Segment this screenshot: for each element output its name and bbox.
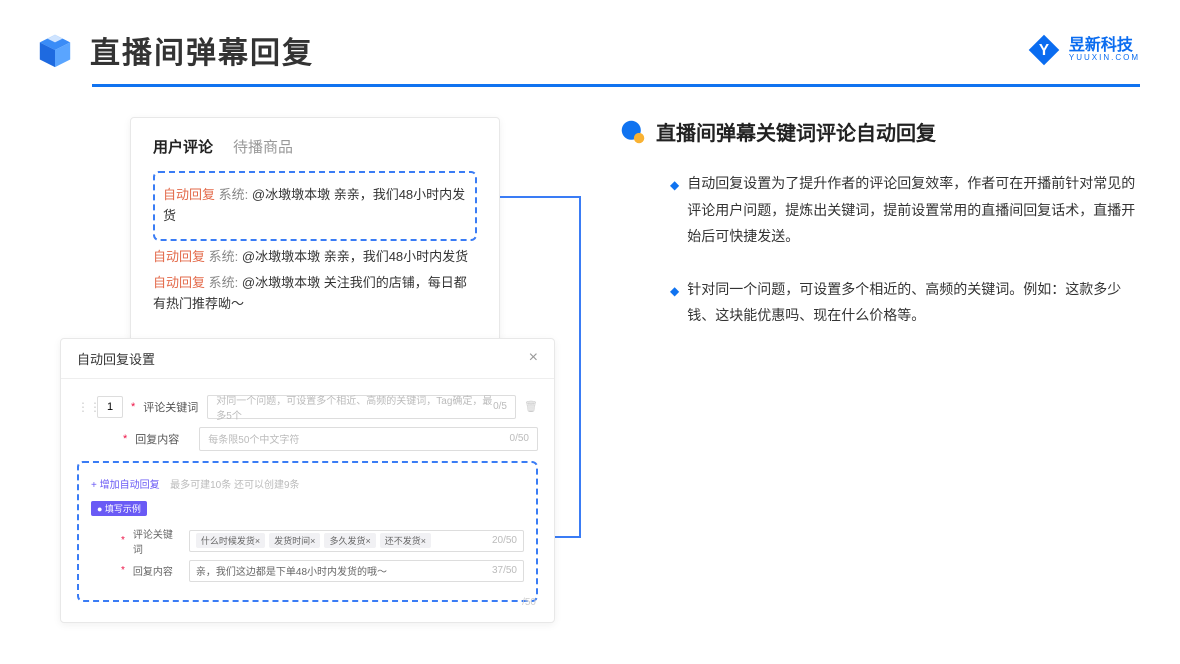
add-auto-reply-link[interactable]: + 增加自动回复 bbox=[91, 480, 160, 491]
required-mark: * bbox=[131, 401, 135, 413]
example-block: + 增加自动回复 最多可建10条 还可以创建9条 ● 填写示例 * 评论关键词 … bbox=[77, 461, 538, 602]
comment-row: 自动回复 系统: @冰墩墩本墩 关注我们的店铺，每日都有热门推荐呦～ bbox=[153, 273, 477, 315]
highlighted-comment: 自动回复 系统: @冰墩墩本墩 亲亲，我们48小时内发货 bbox=[153, 171, 477, 241]
tag: 发货时间× bbox=[269, 533, 320, 548]
keyword-input[interactable]: 对同一个问题，可设置多个相近、高频的关键词，Tag确定，最多5个 0/5 bbox=[207, 395, 516, 419]
section-subhead: 直播间弹幕关键词评论自动回复 bbox=[620, 117, 1140, 146]
brand-name-cn: 昱新科技 bbox=[1069, 37, 1140, 55]
add-hint: 最多可建10条 还可以创建9条 bbox=[170, 480, 299, 491]
tab-products[interactable]: 待播商品 bbox=[233, 136, 293, 157]
brand-icon: Y bbox=[1027, 33, 1061, 67]
example-content-input: 亲，我们这边都是下单48小时内发货的哦～ 37/50 bbox=[189, 560, 524, 582]
example-tag-input: 什么时候发货× 发货时间× 多久发货× 还不发货× 20/50 bbox=[189, 530, 524, 552]
char-counter: 0/5 bbox=[493, 401, 507, 412]
bullet-point: ◆ 针对同一个问题，可设置多个相近的、高频的关键词。例如：这款多少钱、这块能优惠… bbox=[620, 276, 1140, 329]
diamond-bullet-icon: ◆ bbox=[670, 280, 679, 329]
diamond-bullet-icon: ◆ bbox=[670, 174, 679, 250]
cube-icon bbox=[36, 31, 74, 69]
brand-name-en: YUUXIN.COM bbox=[1069, 54, 1140, 63]
tab-user-comments[interactable]: 用户评论 bbox=[153, 136, 213, 157]
content-input-row: * 回复内容 每条限50个中文字符 0/50 bbox=[123, 427, 538, 451]
keyword-input-row: ⋮⋮ 1 * 评论关键词 对同一个问题，可设置多个相近、高频的关键词，Tag确定… bbox=[77, 395, 538, 419]
section-title: 直播间弹幕关键词评论自动回复 bbox=[656, 117, 936, 146]
screenshot-mockups: 用户评论 待播商品 自动回复 系统: @冰墩墩本墩 亲亲，我们48小时内发货 自… bbox=[60, 117, 580, 623]
comment-panel: 用户评论 待播商品 自动回复 系统: @冰墩墩本墩 亲亲，我们48小时内发货 自… bbox=[130, 117, 500, 344]
close-icon[interactable]: × bbox=[529, 349, 538, 367]
reply-content-input[interactable]: 每条限50个中文字符 0/50 bbox=[199, 427, 538, 451]
page-header: 直播间弹幕回复 Y 昱新科技 YUUXIN.COM bbox=[0, 0, 1180, 84]
bubble-icon bbox=[620, 119, 646, 145]
example-content-row: * 回复内容 亲，我们这边都是下单48小时内发货的哦～ 37/50 bbox=[121, 560, 524, 582]
tag: 还不发货× bbox=[380, 533, 431, 548]
svg-text:Y: Y bbox=[1039, 42, 1049, 59]
field-label: 评论关键词 bbox=[143, 399, 199, 415]
rule-index: 1 bbox=[97, 396, 123, 418]
comment-tabs: 用户评论 待播商品 bbox=[153, 136, 477, 157]
description-column: 直播间弹幕关键词评论自动回复 ◆ 自动回复设置为了提升作者的评论回复效率，作者可… bbox=[620, 117, 1140, 623]
auto-reply-label: 自动回复 bbox=[163, 187, 215, 202]
example-badge: ● 填写示例 bbox=[91, 501, 147, 516]
brand-logo: Y 昱新科技 YUUXIN.COM bbox=[1027, 33, 1140, 67]
auto-reply-settings-modal: 自动回复设置 × ⋮⋮ 1 * 评论关键词 对同一个问题，可设置多个相近、高频的… bbox=[60, 338, 555, 623]
drag-handle-icon[interactable]: ⋮⋮ bbox=[77, 400, 89, 414]
delete-icon[interactable]: 🗑 bbox=[524, 400, 538, 413]
header-left: 直播间弹幕回复 bbox=[36, 28, 314, 72]
comment-row: 自动回复 系统: @冰墩墩本墩 亲亲，我们48小时内发货 bbox=[153, 247, 477, 268]
page-title: 直播间弹幕回复 bbox=[90, 28, 314, 72]
outer-counter: /50 bbox=[522, 597, 536, 608]
tag: 多久发货× bbox=[324, 533, 375, 548]
modal-title: 自动回复设置 bbox=[77, 349, 155, 368]
bullet-point: ◆ 自动回复设置为了提升作者的评论回复效率，作者可在开播前针对常见的评论用户问题… bbox=[620, 170, 1140, 250]
example-keyword-row: * 评论关键词 什么时候发货× 发货时间× 多久发货× 还不发货× 20/50 bbox=[121, 526, 524, 556]
system-label: 系统: bbox=[219, 187, 249, 202]
tag: 什么时候发货× bbox=[196, 533, 265, 548]
